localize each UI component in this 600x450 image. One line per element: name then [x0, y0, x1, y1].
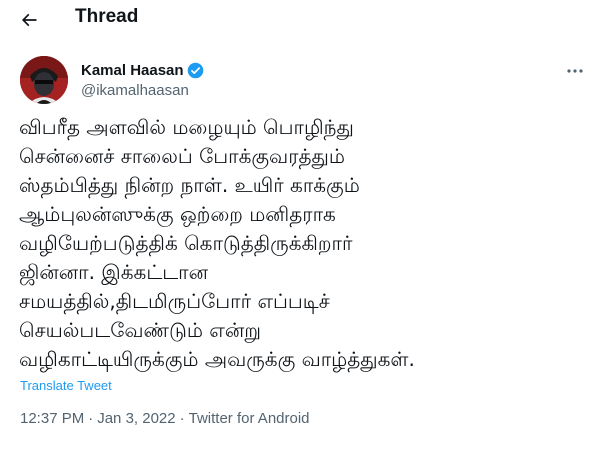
translate-tweet-link[interactable]: Translate Tweet	[20, 378, 112, 393]
meta-separator: ·	[179, 410, 185, 427]
tweet-time[interactable]: 12:37 PM	[20, 410, 84, 427]
tweet-text-line: வழியேற்படுத்திக் கொடுத்திருக்கிறார்	[19, 231, 353, 255]
page-title: Thread	[75, 6, 139, 27]
tweet-text-line: ஸ்தம்பித்து நின்ற நாள். உயிர் காக்கும்	[19, 173, 360, 197]
author-handle[interactable]: @ikamalhaasan	[81, 82, 189, 99]
tweet-text-line: சென்னைச் சாலைப் போக்குவரத்தும்	[19, 144, 345, 168]
tweet-text-line: சமயத்தில்,திடமிருப்போர் எப்படிச்	[19, 289, 330, 313]
author-name[interactable]: Kamal Haasan	[81, 62, 184, 79]
more-horizontal-icon	[567, 69, 583, 73]
tweet-text: விபரீத அளவில் மழையும் பொழிந்து சென்னைச் …	[19, 113, 589, 374]
tweet-metadata: 12:37 PM · Jan 3, 2022 · Twitter for Android	[20, 410, 310, 427]
tweet-source[interactable]: Twitter for Android	[189, 410, 310, 427]
tweet-text-line: விபரீத அளவில் மழையும் பொழிந்து	[19, 115, 354, 139]
thread-header: Thread	[0, 0, 600, 40]
profile-avatar	[20, 56, 68, 104]
tweet-text-line: ஜின்னா. இக்கட்டான	[19, 260, 209, 284]
verified-badge-icon	[187, 62, 204, 79]
avatar[interactable]	[20, 56, 68, 104]
tweet-text-line: ஆம்புலன்ஸுக்கு ஒற்றை மனிதராக	[19, 202, 336, 226]
tweet-date[interactable]: Jan 3, 2022	[97, 410, 175, 427]
more-options-button[interactable]	[562, 62, 588, 80]
meta-separator: ·	[88, 410, 94, 427]
arrow-left-icon	[21, 13, 37, 27]
back-button[interactable]	[14, 5, 44, 35]
tweet-text-line: செயல்படவேண்டும் என்று	[19, 318, 262, 342]
tweet-text-line: வழிகாட்டியிருக்கும் அவருக்கு வாழ்த்துகள்…	[19, 347, 415, 371]
